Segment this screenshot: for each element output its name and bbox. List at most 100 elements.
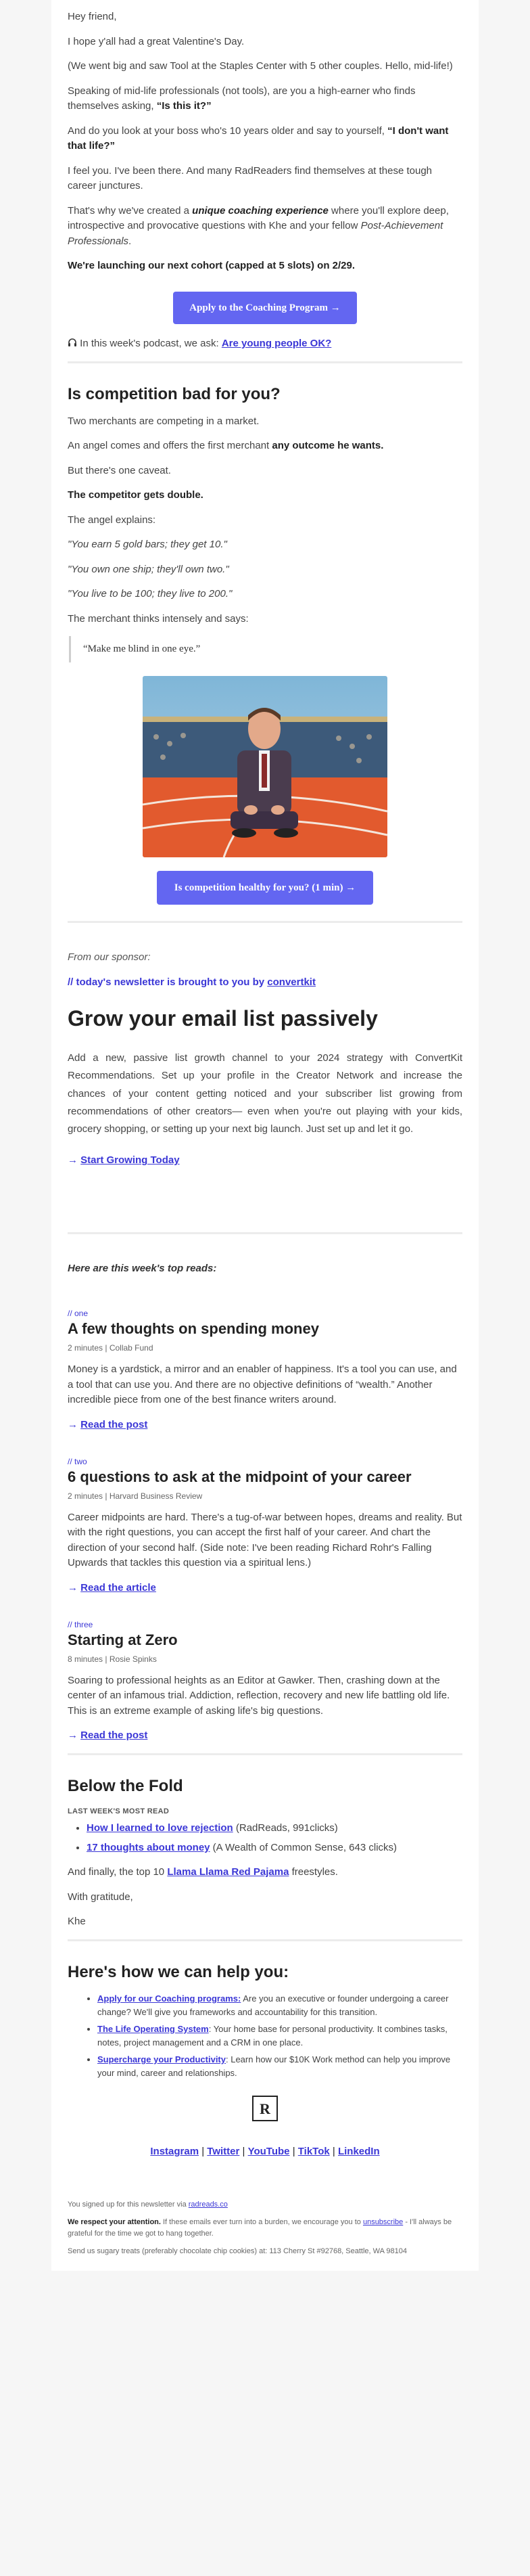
- gratitude: With gratitude,: [68, 1891, 133, 1903]
- read-minutes: 8 minutes |: [68, 1654, 110, 1664]
- read-title: Starting at Zero: [68, 1631, 178, 1649]
- read-body: Money is a yardstick, a mirror and an en…: [68, 1363, 457, 1406]
- competition-p2-bold: any outcome he wants.: [272, 440, 384, 452]
- read-link[interactable]: Read the post: [80, 1730, 147, 1741]
- coaching-programs-link[interactable]: Apply for our Coaching programs:: [97, 1993, 241, 2004]
- fold-title: Below the Fold: [68, 1776, 183, 1795]
- intro-p5: I feel you. I've been there. And many Ra…: [68, 164, 433, 192]
- divider: [68, 1939, 462, 1941]
- arrow-icon: →: [68, 1581, 81, 1594]
- read-meta: 2 minutes | Collab Fund: [68, 1342, 462, 1354]
- competition-title: Is competition bad for you?: [68, 384, 281, 403]
- read-number: // three: [68, 1620, 93, 1630]
- intro-p4: And do you look at your boss who's 10 ye…: [68, 124, 462, 154]
- tiktok-link[interactable]: TikTok: [298, 2146, 330, 2157]
- signoff: Khe: [68, 1916, 86, 1928]
- sponsor-headline: Grow your email list passively: [68, 1006, 378, 1031]
- most-read-link[interactable]: How I learned to love rejection: [87, 1822, 233, 1834]
- intro-p3-bold: “Is this it?”: [156, 100, 212, 112]
- read-meta: 2 minutes | Harvard Business Review: [68, 1490, 462, 1502]
- llama-link[interactable]: Llama Llama Red Pajama: [167, 1866, 289, 1878]
- life-os-link[interactable]: The Life Operating System: [97, 2024, 209, 2034]
- read-title: A few thoughts on spending money: [68, 1320, 319, 1338]
- signed-up-line: You signed up for this newsletter via ra…: [68, 2199, 462, 2211]
- arrow-icon: →: [68, 1418, 81, 1430]
- greeting: Hey friend,: [68, 11, 117, 22]
- read-link[interactable]: Read the article: [80, 1582, 156, 1594]
- read-source: Collab Fund: [109, 1343, 153, 1353]
- read-minutes: 2 minutes |: [68, 1491, 110, 1501]
- productivity-link[interactable]: Supercharge your Productivity: [97, 2054, 226, 2064]
- read-number: // one: [68, 1309, 89, 1319]
- competition-p3: But there's one caveat.: [68, 464, 171, 476]
- respect-bold: We respect your attention.: [68, 2218, 161, 2227]
- read-number: // two: [68, 1457, 87, 1467]
- arrow-icon: →: [68, 1154, 81, 1167]
- sponsor-brought-by: // today's newsletter is brought to you …: [68, 975, 462, 991]
- read-minutes: 2 minutes |: [68, 1343, 110, 1353]
- unsubscribe-link[interactable]: unsubscribe: [363, 2218, 403, 2226]
- competition-p4: The competitor gets double.: [68, 488, 462, 503]
- read-body: Soaring to professional heights as an Ed…: [68, 1674, 450, 1717]
- convertkit-link[interactable]: convertkit: [267, 976, 316, 988]
- most-read-list: How I learned to love rejection (RadRead…: [68, 1821, 462, 1855]
- intro-p6-end: .: [128, 235, 132, 247]
- sponsor-brought-text: // today's newsletter is brought to you …: [68, 976, 268, 988]
- intro-p6: That's why we've created a unique coachi…: [68, 204, 462, 250]
- intro-p6-emphasis: unique coaching experience: [192, 204, 329, 217]
- angel-quote-3: "You live to be 100; they live to 200.": [68, 588, 233, 600]
- finally-end: freestyles.: [289, 1866, 338, 1878]
- read-source: Harvard Business Review: [109, 1491, 203, 1501]
- read-cta: → Read the post: [68, 1418, 462, 1433]
- read-item: // one A few thoughts on spending money …: [68, 1307, 462, 1432]
- intro-p7: We're launching our next cohort (capped …: [68, 258, 462, 274]
- list-item: How I learned to love rejection (RadRead…: [87, 1821, 462, 1836]
- competition-p4-bold: The competitor gets double.: [68, 489, 203, 501]
- help-title: Here's how we can help you:: [68, 1962, 289, 1981]
- intro-p2: (We went big and saw Tool at the Staples…: [68, 60, 453, 72]
- youtube-link[interactable]: YouTube: [248, 2146, 290, 2157]
- radreads-link[interactable]: radreads.co: [189, 2200, 228, 2209]
- linkedin-link[interactable]: LinkedIn: [338, 2146, 380, 2157]
- podcast-link[interactable]: Are young people OK?: [222, 338, 332, 349]
- competition-p2-text: An angel comes and offers the first merc…: [68, 440, 272, 452]
- read-item: // three Starting at Zero 8 minutes | Ro…: [68, 1619, 462, 1744]
- cohort-launch-text: We're launching our next cohort (capped …: [68, 260, 356, 271]
- list-item: The Life Operating System: Your home bas…: [97, 2023, 462, 2049]
- finally-text: And finally, the top 10: [68, 1866, 168, 1878]
- divider: [68, 1753, 462, 1755]
- intro-p1: I hope y'all had a great Valentine's Day…: [68, 35, 245, 47]
- most-read-label: LAST WEEK'S MOST READ: [68, 1807, 170, 1815]
- social-separator: |: [199, 2146, 208, 2158]
- competition-cta-row: Is competition healthy for you? (1 min) …: [68, 870, 462, 905]
- angel-quote-2: "You own one ship; they'll own two.": [68, 563, 229, 575]
- angel-quote-1: "You earn 5 gold bars; they get 10.": [68, 539, 227, 551]
- arrow-icon: →: [68, 1730, 81, 1742]
- social-separator: |: [239, 2146, 248, 2158]
- intro-p6-text: That's why we've created a: [68, 204, 193, 217]
- competition-healthy-button[interactable]: Is competition healthy for you? (1 min) …: [156, 870, 374, 905]
- apply-coaching-button[interactable]: Apply to the Coaching Program →: [173, 291, 357, 324]
- instagram-link[interactable]: Instagram: [150, 2146, 199, 2157]
- intro-p3-text: Speaking of mid-life professionals (not …: [68, 85, 416, 112]
- start-growing-link[interactable]: Start Growing Today: [80, 1154, 179, 1166]
- twitter-link[interactable]: Twitter: [207, 2146, 239, 2157]
- competition-p5: The angel explains:: [68, 514, 156, 526]
- merchant-blockquote: “Make me blind in one eye.”: [69, 636, 462, 662]
- read-link[interactable]: Read the post: [80, 1419, 147, 1430]
- merchant-illustration: [143, 675, 387, 857]
- social-separator: |: [289, 2146, 298, 2158]
- read-cta: → Read the article: [68, 1581, 462, 1596]
- social-links: Instagram | Twitter | YouTube | TikTok |…: [68, 2144, 462, 2160]
- read-source: Rosie Spinks: [109, 1654, 157, 1664]
- coaching-cta-row: Apply to the Coaching Program →: [68, 291, 462, 324]
- competition-p1: Two merchants are competing in a market.: [68, 415, 260, 427]
- competition-p6: The merchant thinks intensely and says:: [68, 612, 249, 625]
- read-item: // two 6 questions to ask at the midpoin…: [68, 1455, 462, 1596]
- address-line: Send us sugary treats (preferably chocol…: [68, 2247, 408, 2256]
- podcast-text: In this week's podcast, we ask:: [80, 338, 222, 349]
- most-read-link[interactable]: 17 thoughts about money: [87, 1842, 210, 1853]
- respect-line: We respect your attention. If these emai…: [68, 2217, 462, 2239]
